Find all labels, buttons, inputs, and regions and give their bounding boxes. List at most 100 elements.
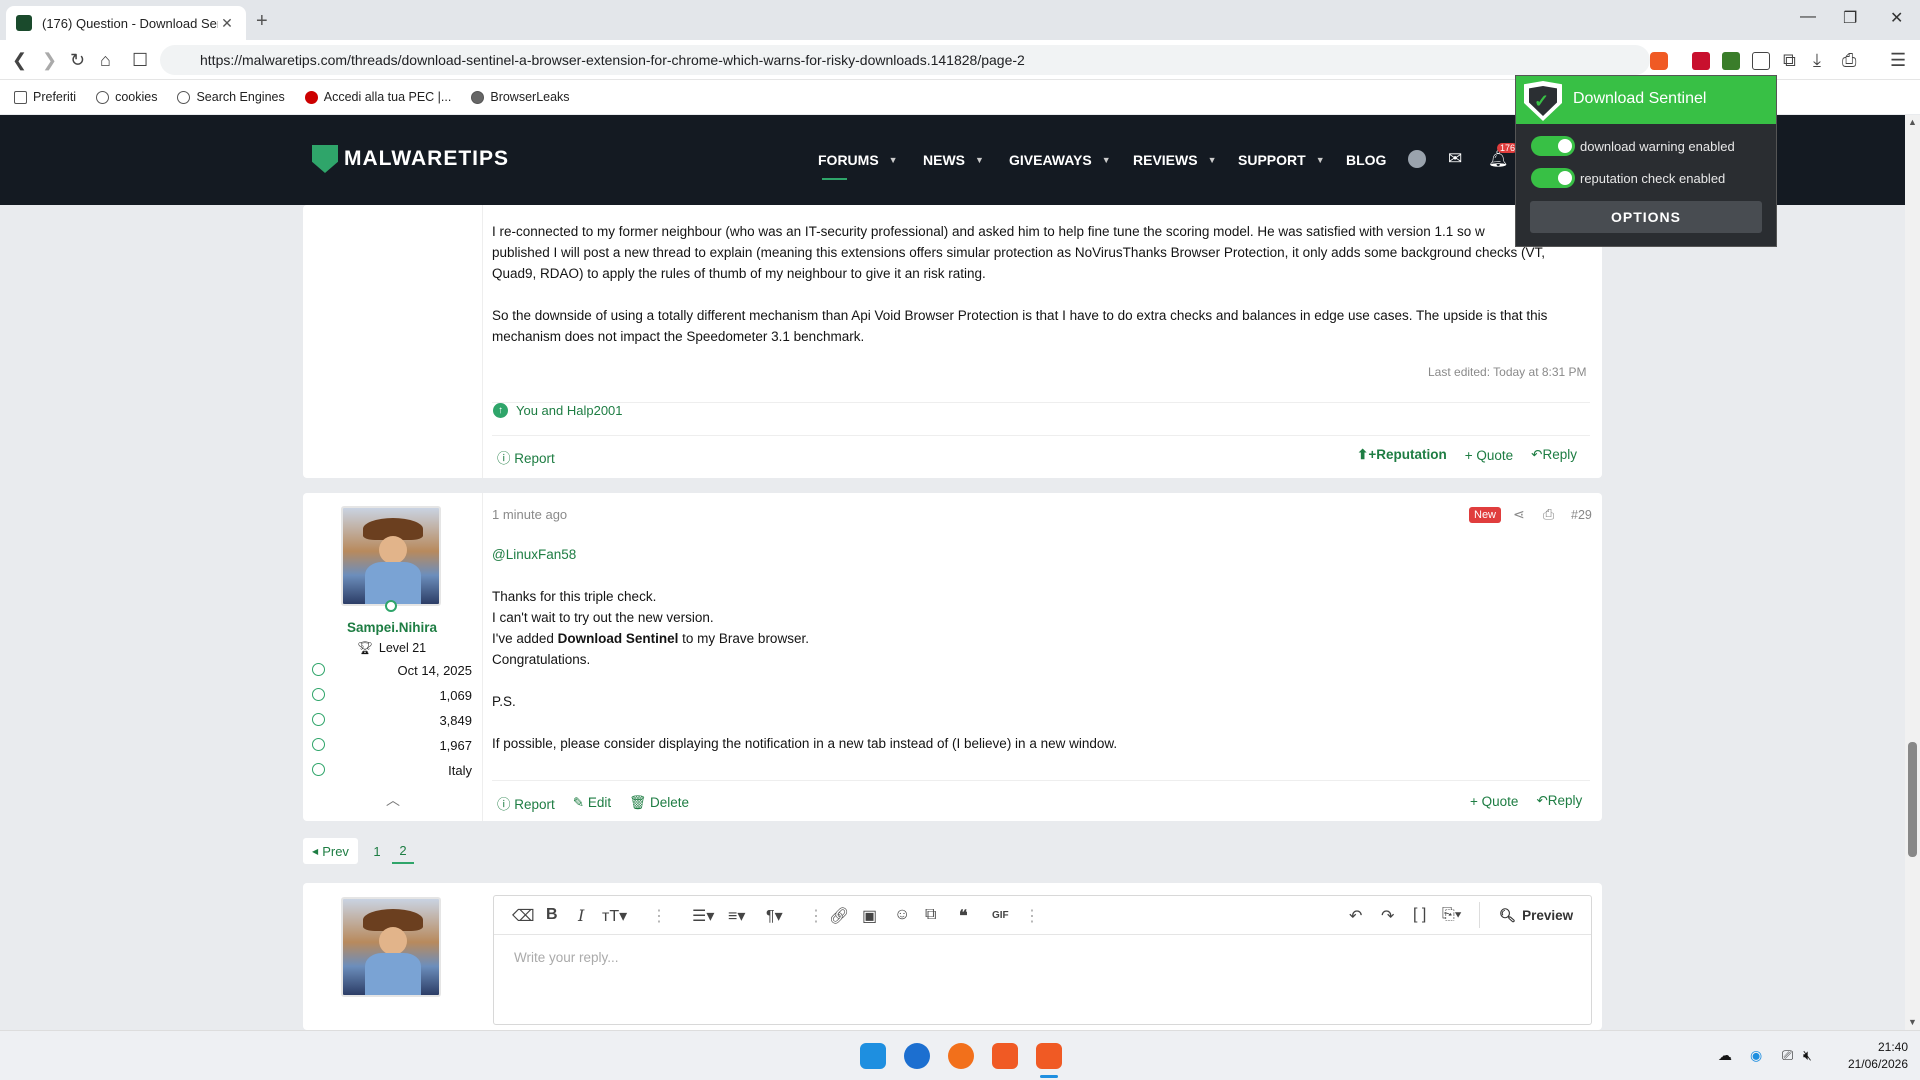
page-scrollbar[interactable] xyxy=(1905,115,1920,1030)
menu-icon[interactable]: ☰ xyxy=(1890,50,1906,71)
quote-icon[interactable]: ❝ xyxy=(959,906,968,926)
bookmark-icon[interactable]: ☐ xyxy=(132,50,148,71)
nav-support[interactable]: SUPPORT ▼ xyxy=(1238,152,1325,168)
undo-icon[interactable]: ↶ xyxy=(1349,906,1362,926)
media-icon[interactable]: ⧉ xyxy=(925,906,936,924)
reputation-check-toggle[interactable] xyxy=(1531,168,1575,188)
list-icon[interactable]: ☰▾ xyxy=(692,906,714,926)
options-button[interactable]: OPTIONS xyxy=(1530,201,1762,233)
bookmark-post-icon[interactable]: ⎙ xyxy=(1543,506,1554,523)
post-number[interactable]: #29 xyxy=(1571,508,1592,522)
clock-time[interactable]: 21:40 xyxy=(1862,1040,1908,1054)
user-avatar-icon[interactable] xyxy=(1408,150,1426,168)
page-2-current[interactable]: 2 xyxy=(392,838,414,864)
clock-date[interactable]: 21/06/2026 xyxy=(1838,1057,1908,1071)
collapse-chevron-icon[interactable]: ︿ xyxy=(386,790,400,810)
brave-shields-icon[interactable] xyxy=(1650,52,1668,70)
bookmark-cookies[interactable]: cookies xyxy=(96,90,157,104)
scrollbar-thumb[interactable] xyxy=(1908,742,1917,857)
extensions-puzzle-icon[interactable]: ⧉ xyxy=(1783,50,1796,71)
mail-icon[interactable]: ✉ xyxy=(1448,149,1462,169)
stat-points: 1,967 xyxy=(312,738,472,753)
report-button[interactable]: ⓘ Report xyxy=(497,793,555,813)
browser-tab[interactable]: (176) Question - Download Sent ✕ xyxy=(6,6,246,40)
more-options-icon[interactable]: ⋮ xyxy=(1024,906,1040,926)
bookmark-search-engines[interactable]: Search Engines xyxy=(177,90,285,104)
stat-messages: 1,069 xyxy=(312,688,472,703)
image-icon[interactable]: ▣ xyxy=(862,906,877,926)
windows-start-icon[interactable] xyxy=(860,1043,886,1069)
paragraph-icon[interactable]: ¶▾ xyxy=(766,906,783,926)
share-icon[interactable]: ⋖ xyxy=(1513,506,1525,523)
scroll-down-icon[interactable]: ▼ xyxy=(1908,1017,1917,1027)
font-size-icon[interactable]: тT▾ xyxy=(602,906,627,926)
gif-icon[interactable]: GIF xyxy=(992,910,1009,921)
back-icon[interactable]: ❮ xyxy=(12,50,27,71)
redo-icon[interactable]: ↷ xyxy=(1381,906,1394,926)
bbcode-icon[interactable]: [ ] xyxy=(1413,906,1426,924)
downloads-icon[interactable]: ⤓ xyxy=(1813,50,1821,71)
tray-icon[interactable]: ☁ xyxy=(1718,1047,1732,1064)
new-tab-icon[interactable]: + xyxy=(256,10,268,33)
scroll-up-icon[interactable]: ▲ xyxy=(1908,117,1917,127)
print-icon[interactable]: ⎙ xyxy=(1842,50,1856,71)
download-sentinel-icon[interactable] xyxy=(1752,52,1770,70)
emoji-icon[interactable]: ☺ xyxy=(894,906,910,924)
clear-format-icon[interactable]: ⌫ xyxy=(512,906,535,926)
bookmark-preferiti[interactable]: Preferiti xyxy=(14,90,76,104)
username[interactable]: Sampei.Nihira xyxy=(341,620,443,635)
ublock-icon[interactable] xyxy=(1692,52,1710,70)
home-icon[interactable]: ⌂ xyxy=(100,50,111,71)
edge-icon[interactable] xyxy=(904,1043,930,1069)
quote-button[interactable]: + Quote xyxy=(1465,448,1513,463)
nav-news[interactable]: NEWS ▼ xyxy=(923,152,984,168)
bookmark-pec[interactable]: Accedi alla tua PEC |... xyxy=(304,90,451,104)
reload-icon[interactable]: ↻ xyxy=(70,50,85,71)
info-icon: ⓘ xyxy=(497,451,511,466)
preview-button[interactable]: 🔍︎ Preview xyxy=(1499,908,1573,924)
brave-active-icon[interactable] xyxy=(1036,1043,1062,1069)
site-logo[interactable]: MALWARETIPS xyxy=(312,145,509,173)
close-tab-icon[interactable]: ✕ xyxy=(218,15,236,32)
post-time[interactable]: 1 minute ago xyxy=(492,507,567,522)
more-options-icon[interactable]: ⋮ xyxy=(651,906,667,926)
delete-button[interactable]: 🗑︎ Delete xyxy=(629,795,689,811)
extension-icon[interactable] xyxy=(1722,52,1740,70)
volume-muted-icon[interactable]: 🔇︎ xyxy=(1803,1047,1812,1064)
bookmark-browserleaks[interactable]: BrowserLeaks xyxy=(471,90,570,104)
security-tray-icon[interactable]: ◉ xyxy=(1750,1047,1762,1064)
link-icon[interactable]: 🔗︎ xyxy=(829,906,849,926)
minimize-icon[interactable]: — xyxy=(1800,8,1816,26)
close-window-icon[interactable]: ✕ xyxy=(1890,8,1903,28)
post-29-right-actions: + Quote ↶Reply xyxy=(1470,793,1582,809)
align-icon[interactable]: ≡▾ xyxy=(728,906,745,926)
edit-button[interactable]: ✎ Edit xyxy=(573,795,611,811)
download-warning-toggle[interactable] xyxy=(1531,136,1575,156)
brave-icon[interactable] xyxy=(992,1043,1018,1069)
firefox-icon[interactable] xyxy=(948,1043,974,1069)
quote-button[interactable]: + Quote xyxy=(1470,794,1518,809)
popup-header: ✓ Download Sentinel xyxy=(1516,76,1776,124)
prev-page-button[interactable]: ◀ Prev xyxy=(303,838,358,864)
reputation-button[interactable]: ⬆︎+Reputation xyxy=(1357,447,1447,463)
mention-link[interactable]: @LinuxFan58 xyxy=(492,544,1582,565)
report-button[interactable]: ⓘ Report xyxy=(497,447,555,467)
drafts-icon[interactable]: ⎘▾ xyxy=(1442,906,1462,924)
network-icon[interactable]: ⎚ xyxy=(1782,1047,1793,1064)
restore-icon[interactable]: ❐ xyxy=(1843,8,1857,28)
nav-blog[interactable]: BLOG xyxy=(1346,152,1386,168)
avatar[interactable] xyxy=(341,506,441,606)
forward-icon[interactable]: ❯ xyxy=(42,50,57,71)
nav-forums[interactable]: FORUMS ▼ xyxy=(818,152,898,168)
bold-icon[interactable]: B xyxy=(546,906,558,924)
more-options-icon[interactable]: ⋮ xyxy=(808,906,824,926)
reply-button[interactable]: ↶Reply xyxy=(1536,793,1582,809)
italic-icon[interactable]: I xyxy=(578,906,584,925)
page-1-link[interactable]: 1 xyxy=(367,838,387,864)
reply-input[interactable]: Write your reply... xyxy=(514,950,619,965)
reply-button[interactable]: ↶Reply xyxy=(1531,447,1577,463)
reaction-summary[interactable]: ↑ You and Halp2001 xyxy=(493,403,623,418)
url-field[interactable]: https://malwaretips.com/threads/download… xyxy=(160,45,1650,75)
nav-reviews[interactable]: REVIEWS ▼ xyxy=(1133,152,1217,168)
nav-giveaways[interactable]: GIVEAWAYS ▼ xyxy=(1009,152,1111,168)
